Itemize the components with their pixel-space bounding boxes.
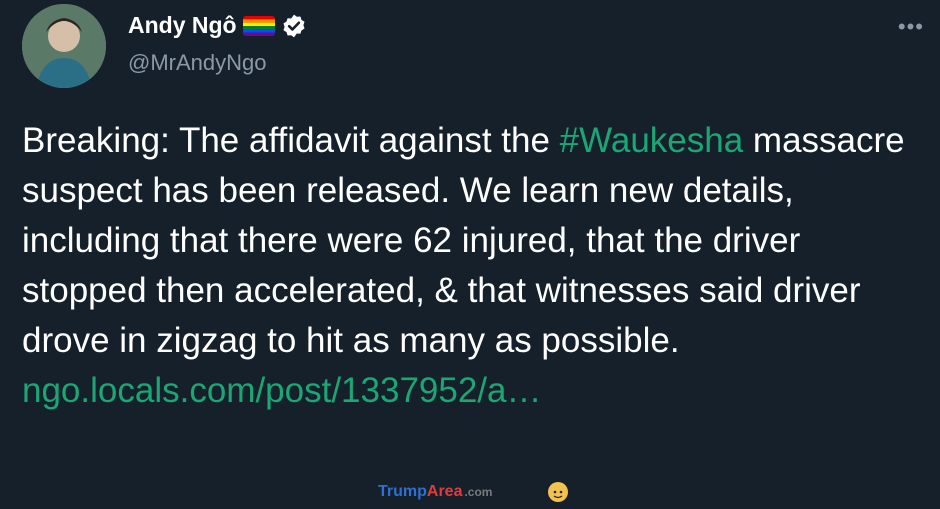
tweet-text: Breaking: The affidavit against the #Wau… xyxy=(22,116,922,416)
rainbow-flag-icon xyxy=(242,15,275,36)
tweet-card: Andy Ngô @MrAndyNgo ••• Breaking: The af… xyxy=(0,0,940,504)
avatar[interactable] xyxy=(22,4,106,88)
watermark-logo-icon xyxy=(545,478,571,504)
hashtag-link[interactable]: #Waukesha xyxy=(560,121,744,160)
user-handle[interactable]: @MrAndyNgo xyxy=(128,50,267,76)
tweet-text-part1: Breaking: The affidavit against the xyxy=(22,121,560,160)
name-row: Andy Ngô xyxy=(128,12,307,39)
verified-badge-icon xyxy=(281,13,307,39)
more-options-icon[interactable]: ••• xyxy=(898,14,924,40)
watermark-part3: .com xyxy=(464,485,493,499)
watermark-part1: Trump xyxy=(378,483,427,500)
display-name[interactable]: Andy Ngô xyxy=(128,12,237,39)
watermark: Trump Area .com xyxy=(378,483,492,501)
external-link[interactable]: ngo.locals.com/post/1337952/a… xyxy=(22,371,542,410)
watermark-part2: Area xyxy=(426,483,463,500)
